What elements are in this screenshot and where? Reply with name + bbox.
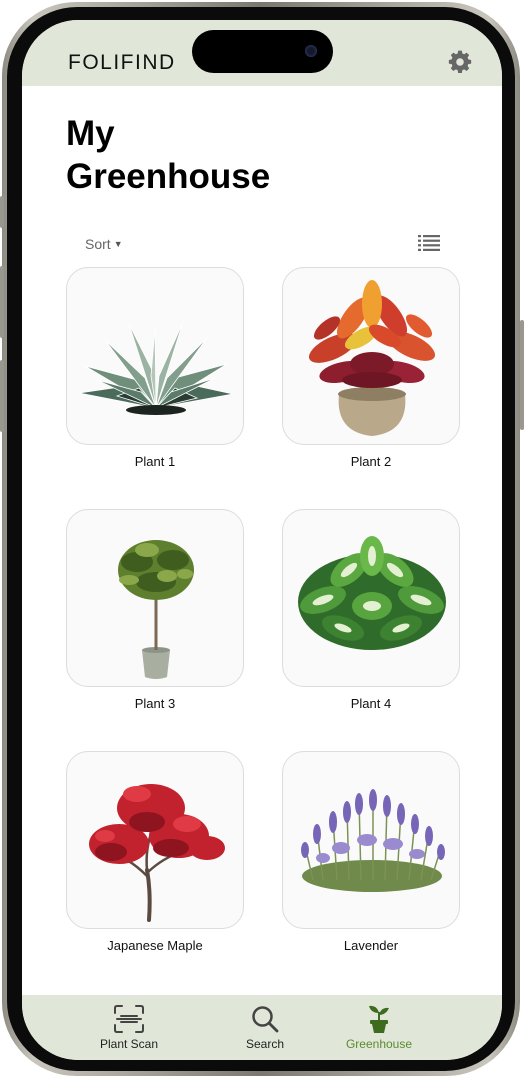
- list-view-icon[interactable]: [418, 234, 440, 252]
- app-screen: FOLIFIND My Greenhouse Sort ▼ Plant 1 Pl…: [22, 20, 502, 1060]
- sprout-pot-icon: [369, 1005, 389, 1033]
- search-icon: [252, 1006, 279, 1033]
- tab-bar: Plant Scan Search Greenhouse: [22, 995, 502, 1060]
- silent-switch: [0, 196, 4, 228]
- volume-up-button: [0, 266, 4, 338]
- tab-greenhouse[interactable]: Greenhouse: [324, 995, 434, 1055]
- plant-card[interactable]: [66, 509, 244, 687]
- volume-down-button: [0, 360, 4, 432]
- page-title-line-2: Greenhouse: [66, 157, 271, 196]
- sort-label: Sort: [85, 236, 111, 252]
- plant-name: Lavender: [343, 938, 399, 953]
- plant-name: Plant 2: [350, 454, 392, 469]
- plant-card[interactable]: [66, 267, 244, 445]
- plant-card[interactable]: [282, 751, 460, 929]
- page-title-line-1: My: [66, 114, 115, 153]
- scan-icon: [114, 1005, 144, 1033]
- tab-plant-scan[interactable]: Plant Scan: [74, 995, 184, 1055]
- tab-search[interactable]: Search: [210, 995, 320, 1055]
- croton-plant: [308, 280, 436, 436]
- page-title: My Greenhouse: [66, 112, 270, 198]
- front-camera: [305, 45, 317, 57]
- dieffenbachia-plant: [298, 536, 446, 650]
- plant-name: Plant 4: [350, 696, 392, 711]
- plant-card[interactable]: [66, 751, 244, 929]
- plant-name: Japanese Maple: [107, 938, 203, 953]
- caret-down-icon: ▼: [113, 239, 123, 249]
- app-header: FOLIFIND: [22, 20, 502, 86]
- dynamic-island: [192, 30, 333, 73]
- app-logo-text: FOLIFIND: [68, 51, 176, 74]
- agave-plant: [78, 321, 234, 415]
- gear-icon[interactable]: [447, 49, 473, 75]
- potted-tree: [118, 540, 194, 679]
- plant-card[interactable]: [282, 267, 460, 445]
- plant-name: Plant 1: [134, 454, 176, 469]
- plant-card[interactable]: [282, 509, 460, 687]
- tab-label: Greenhouse: [345, 1037, 413, 1051]
- tab-label: Plant Scan: [99, 1037, 159, 1051]
- power-button: [520, 320, 524, 430]
- japanese-maple-tree: [89, 784, 225, 922]
- tab-label: Search: [245, 1037, 285, 1051]
- plant-name: Plant 3: [134, 696, 176, 711]
- sort-dropdown[interactable]: Sort ▼: [85, 236, 123, 252]
- lavender-bush: [301, 789, 445, 892]
